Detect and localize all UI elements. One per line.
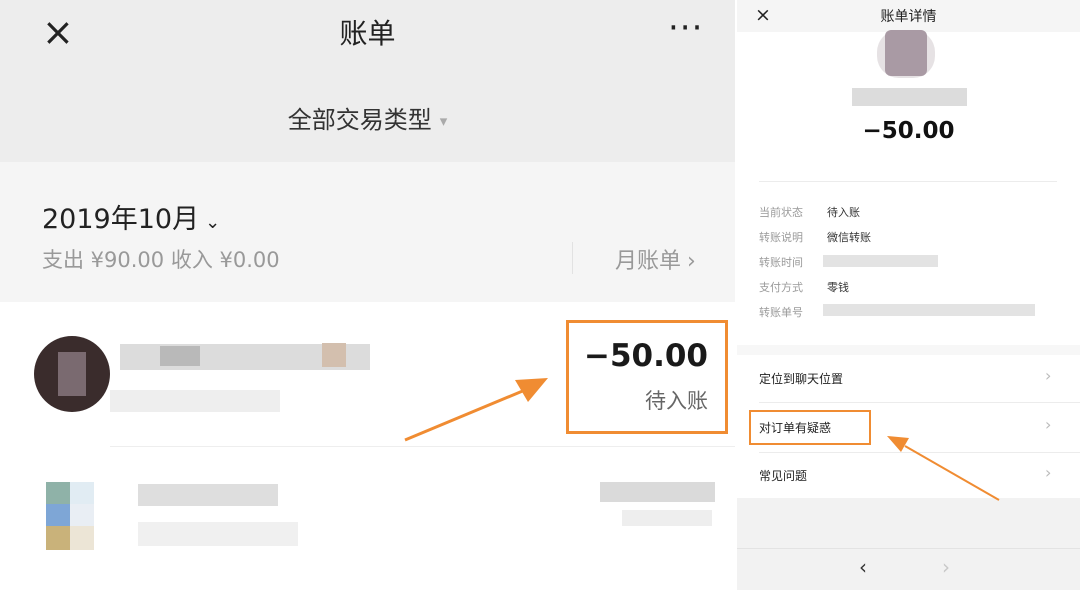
annotation-arrow (404, 378, 548, 442)
bill-detail-panel: × 账单详情 −50.00 当前状态 待入账 转账说明 微信转账 转账时间 支付… (737, 0, 1080, 590)
annotation-arrow (887, 436, 1000, 501)
bill-list-panel: × 账单 ··· 全部交易类型 ▾ 2019年10月 ⌄ 支出 ¥90.00 收入 … (0, 0, 735, 590)
